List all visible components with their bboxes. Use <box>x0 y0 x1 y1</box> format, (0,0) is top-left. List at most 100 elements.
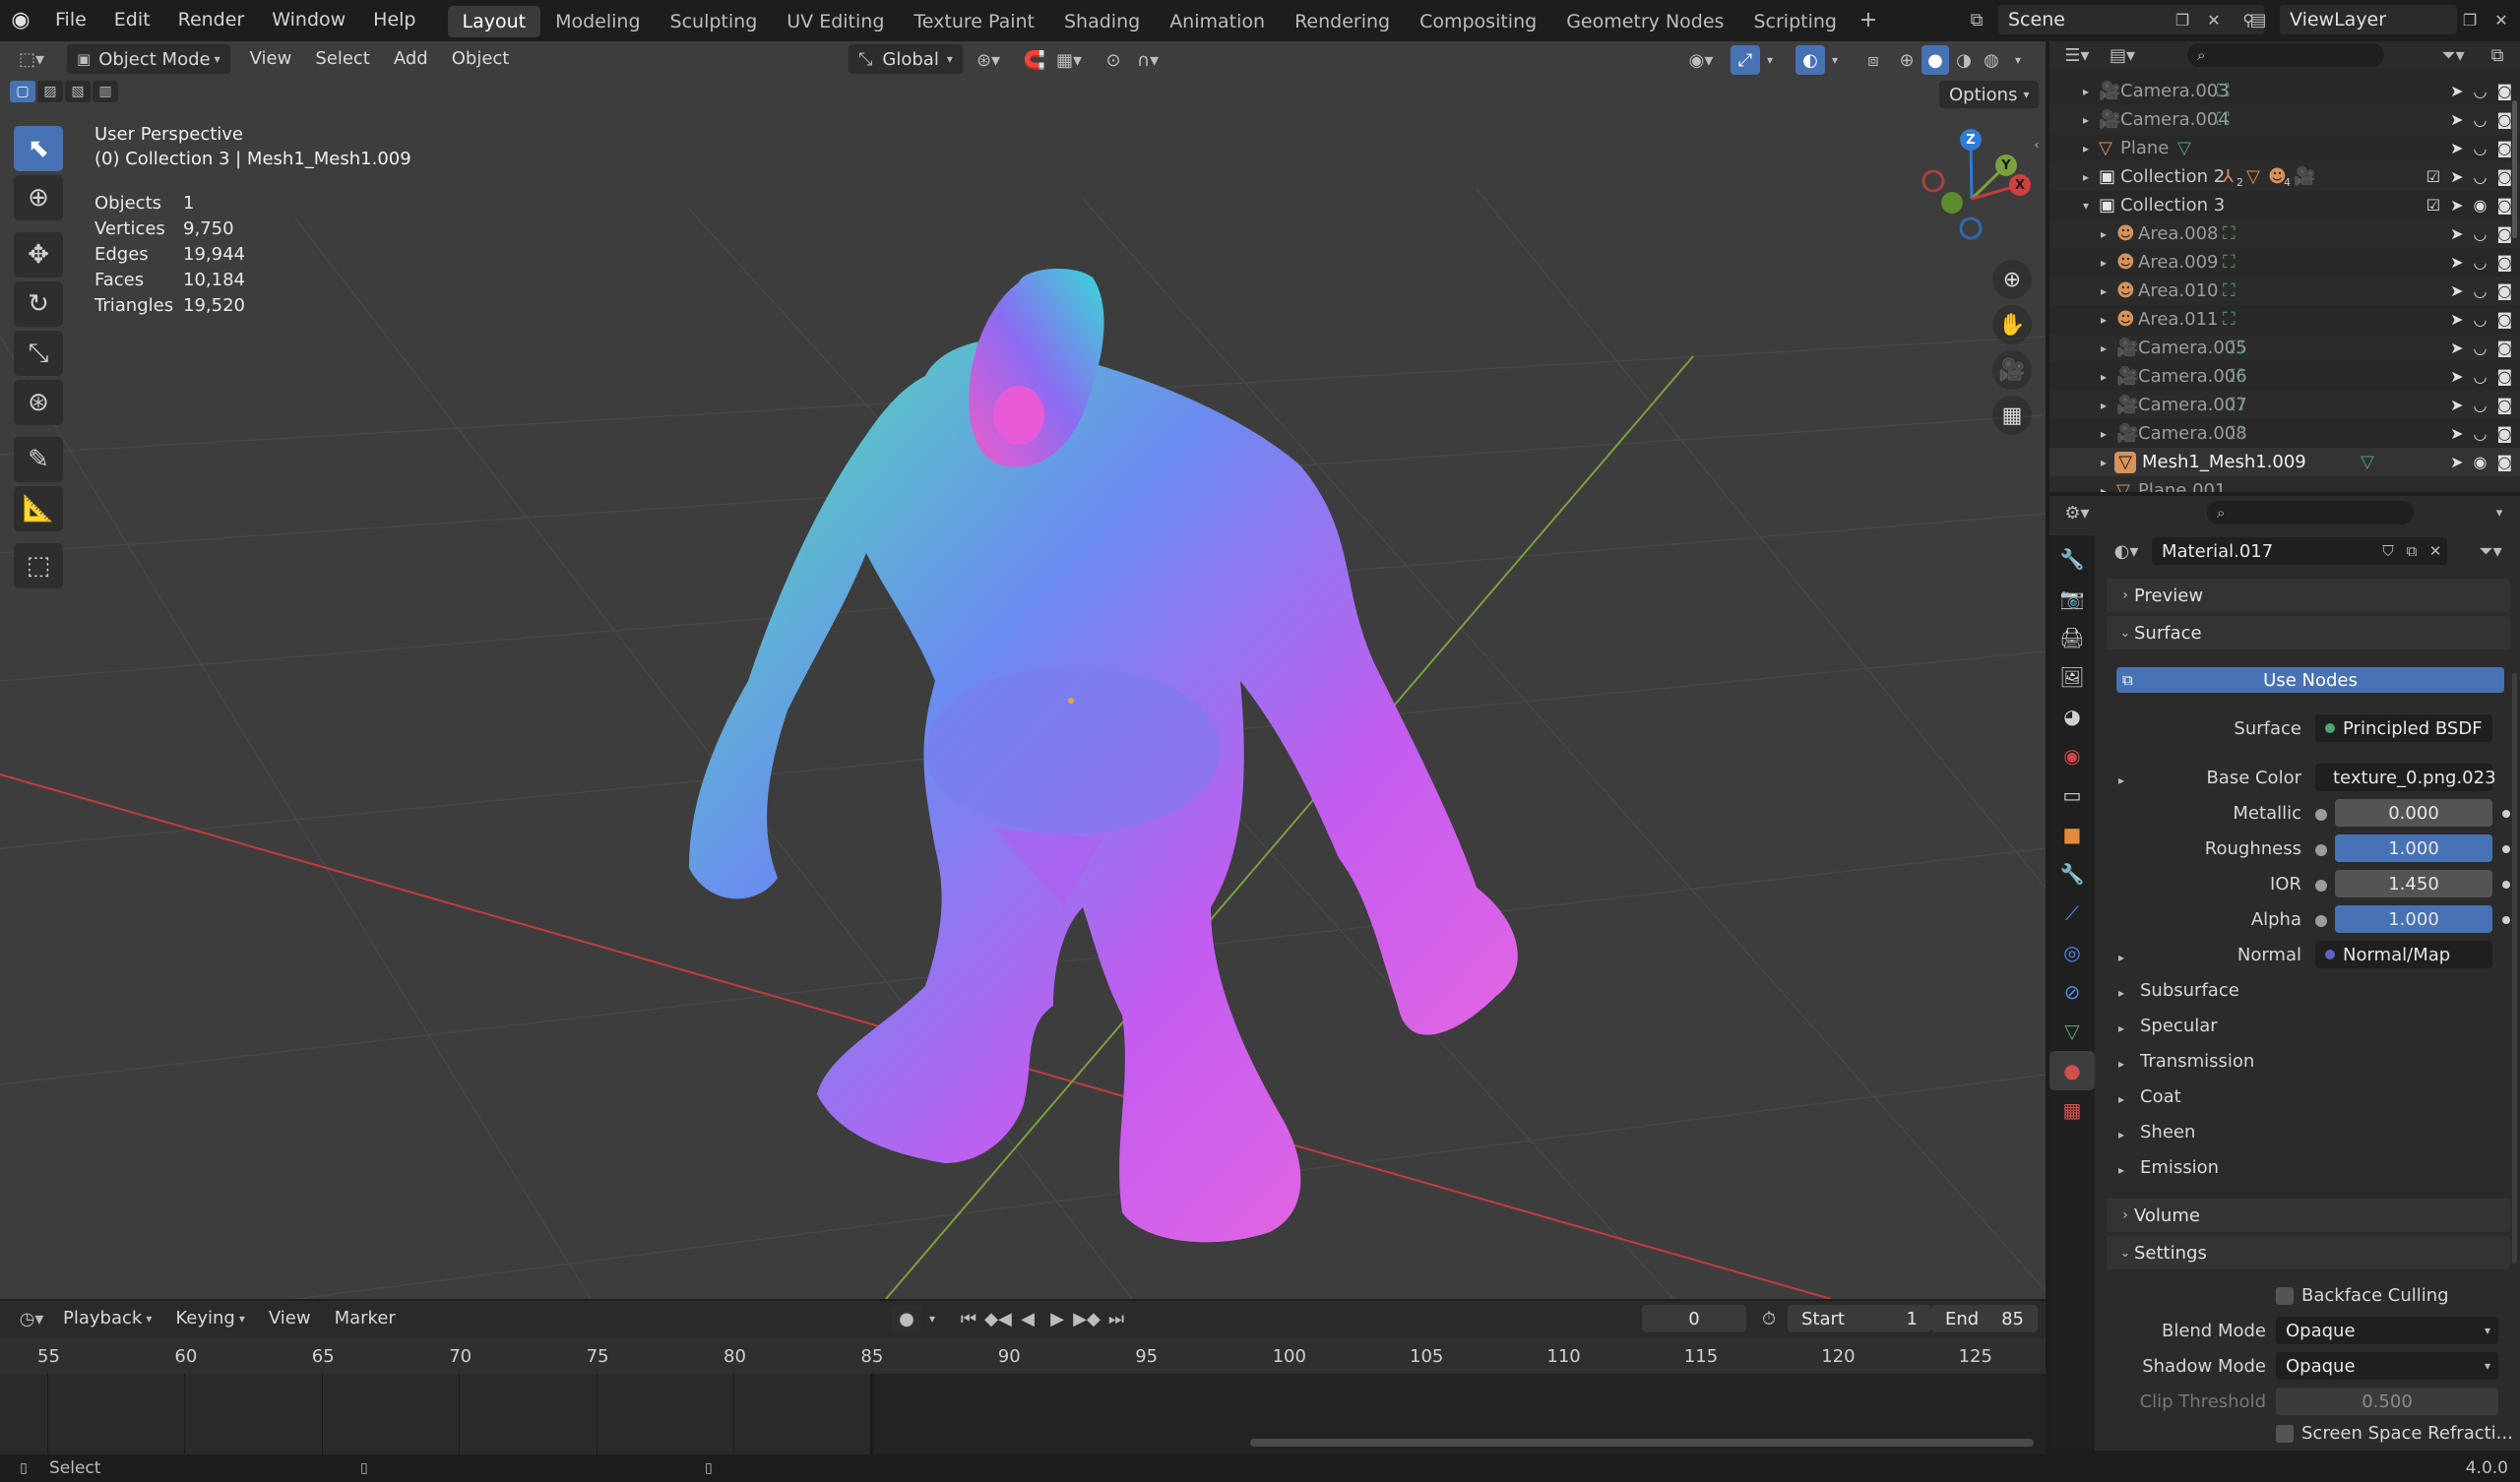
outliner-row[interactable]: ▸ 🎥 Camera.007 ⛶ ➤ ◡ ◙ <box>2049 391 2520 419</box>
editor-type-icon[interactable]: ⬚▾ <box>8 44 55 74</box>
scene-icon[interactable]: ⧉ <box>1957 4 1996 35</box>
hidden-eye-icon[interactable]: ◡ <box>2474 281 2488 300</box>
outliner-row-active[interactable]: ▸ ▽ Mesh1_Mesh1.009 ▽ ➤ ◉ ◙ <box>2049 448 2520 476</box>
tab-layout[interactable]: Layout <box>447 6 541 37</box>
measure-tool-icon[interactable]: 📐 <box>14 486 63 531</box>
unlink-material-icon[interactable]: ✕ <box>2424 542 2447 560</box>
ior-socket-icon[interactable] <box>2315 880 2327 892</box>
subsection-emission[interactable]: Emission <box>2140 1157 2219 1178</box>
rendered-shading-icon[interactable]: ◍ <box>1979 47 2004 73</box>
render-camera-icon[interactable]: ◙ <box>2496 453 2512 471</box>
tab-geometry-nodes[interactable]: Geometry Nodes <box>1551 6 1738 37</box>
solid-shading-icon[interactable]: ● <box>1922 45 1949 75</box>
render-camera-icon[interactable]: ◙ <box>2496 339 2512 357</box>
pivot-icon[interactable]: ⊛▾ <box>971 47 1006 73</box>
particles-tab-icon[interactable]: ⟋ <box>2049 894 2095 933</box>
delete-scene-icon[interactable]: ✕ <box>2201 6 2227 33</box>
outliner-row[interactable]: ▸ 🎥 Camera.004 ⛶ ➤ ◡ ◙ <box>2049 105 2520 134</box>
tab-scripting[interactable]: Scripting <box>1738 6 1852 37</box>
annotate-tool-icon[interactable]: ✎ <box>14 437 63 482</box>
mode-selector[interactable]: ▣ Object Mode ▾ <box>67 44 230 74</box>
select-subtract-icon[interactable]: ▧ <box>65 81 91 102</box>
selectable-icon[interactable]: ➤ <box>2450 367 2463 386</box>
expand-arrow-icon[interactable]: ▸ <box>2118 1021 2124 1035</box>
menu-select[interactable]: Select <box>303 44 382 74</box>
scale-tool-icon[interactable]: ⤡ <box>14 331 63 376</box>
tab-uv-editing[interactable]: UV Editing <box>772 6 899 37</box>
panel-volume[interactable]: › Volume <box>2107 1199 2510 1232</box>
output-tab-icon[interactable]: 🖨 <box>2049 618 2095 657</box>
constraints-tab-icon[interactable]: ⊘ <box>2049 972 2095 1012</box>
material-tab-icon[interactable]: ● <box>2049 1051 2095 1090</box>
outliner-search-input[interactable]: ⌕ <box>2187 43 2384 67</box>
falloff-icon[interactable]: ∩▾ <box>1130 47 1166 73</box>
expand-arrow-icon[interactable]: ▸ <box>2118 986 2124 1000</box>
blend-mode-select[interactable]: Opaque ▾ <box>2276 1317 2498 1344</box>
rotate-tool-icon[interactable]: ↻ <box>14 281 63 327</box>
metallic-slider[interactable]: 0.000 <box>2335 799 2492 827</box>
menu-file[interactable]: File <box>41 0 100 39</box>
camera-view-icon[interactable]: 🎥 <box>1992 350 2032 390</box>
selectable-icon[interactable]: ➤ <box>2450 396 2463 414</box>
selectable-icon[interactable]: ➤ <box>2450 167 2463 186</box>
selectable-icon[interactable]: ➤ <box>2450 224 2463 243</box>
fake-user-icon[interactable]: ⛉ <box>2376 542 2400 560</box>
panel-surface[interactable]: ⌄ Surface <box>2107 616 2510 649</box>
add-cube-tool-icon[interactable]: ⬚ <box>14 543 63 588</box>
render-camera-icon[interactable]: ◙ <box>2496 253 2512 272</box>
outliner-row[interactable]: ▸ ☻ Area.008 ⛶ ➤ ◡ ◙ <box>2049 219 2520 248</box>
hidden-eye-icon[interactable]: ◡ <box>2474 224 2488 243</box>
properties-scrollbar[interactable] <box>2512 673 2517 1264</box>
select-box-tool-icon[interactable]: ⬉ <box>14 126 63 171</box>
expand-arrow-icon[interactable]: ▸ <box>2118 1057 2124 1071</box>
selectable-icon[interactable]: ➤ <box>2450 196 2463 215</box>
checkbox-icon[interactable]: ☑ <box>2426 196 2440 215</box>
outliner-row[interactable]: ▸ ▽ Plane.001 <box>2049 476 2520 492</box>
tab-compositing[interactable]: Compositing <box>1405 6 1551 37</box>
snap-target-icon[interactable]: ▦▾ <box>1051 47 1087 73</box>
expand-arrow-icon[interactable]: ▸ <box>2101 256 2107 270</box>
new-collection-icon[interactable]: ⧉ <box>2483 43 2512 67</box>
subsection-sheen[interactable]: Sheen <box>2140 1122 2195 1142</box>
expand-arrow-icon[interactable]: ▸ <box>2101 399 2107 412</box>
scene-tab-icon[interactable]: ◕ <box>2049 697 2095 736</box>
tab-animation[interactable]: Animation <box>1155 6 1280 37</box>
new-scene-icon[interactable]: ❐ <box>2170 6 2195 33</box>
menu-add[interactable]: Add <box>382 44 440 74</box>
transform-tool-icon[interactable]: ⊛ <box>14 380 63 425</box>
gizmo-menu-icon[interactable]: ▾ <box>1762 47 1778 73</box>
expand-arrow-icon[interactable]: ▸ <box>2101 227 2107 241</box>
hidden-eye-icon[interactable]: ◡ <box>2474 253 2488 272</box>
expand-arrow-icon[interactable]: ▸ <box>2118 773 2124 787</box>
shading-menu-icon[interactable]: ▾ <box>2008 47 2028 73</box>
gizmo-y-icon[interactable]: Y <box>1995 154 2017 176</box>
expand-arrow-icon[interactable]: ▸ <box>2101 313 2107 327</box>
subsection-coat[interactable]: Coat <box>2140 1086 2181 1107</box>
normal-field[interactable]: Normal/Map <box>2315 941 2492 968</box>
roughness-slider[interactable]: 1.000 <box>2335 834 2492 862</box>
use-nodes-button[interactable]: ⧉ Use Nodes <box>2116 667 2504 693</box>
view-layer-selector[interactable]: ViewLayer <box>2280 5 2457 34</box>
outliner-scrollbar[interactable] <box>2512 100 2517 238</box>
outliner-row[interactable]: ▸ ☻ Area.010 ⛶ ➤ ◡ ◙ <box>2049 277 2520 305</box>
move-tool-icon[interactable]: ✥ <box>14 232 63 278</box>
hidden-eye-icon[interactable]: ◡ <box>2474 82 2488 100</box>
panel-preview[interactable]: › Preview <box>2107 579 2510 612</box>
add-workspace-icon[interactable]: + <box>1852 8 1885 32</box>
outliner-row[interactable]: ▸ 🎥 Camera.008 ⛶ ➤ ◡ ◙ <box>2049 419 2520 448</box>
render-camera-icon[interactable]: ◙ <box>2496 110 2512 129</box>
delete-view-layer-icon[interactable]: ✕ <box>2488 6 2514 33</box>
render-camera-icon[interactable]: ◙ <box>2496 310 2512 329</box>
expand-arrow-icon[interactable]: ▸ <box>2083 113 2089 127</box>
overlay-toggle-icon[interactable]: ◐ <box>1796 45 1825 75</box>
zoom-icon[interactable]: ⊕ <box>1992 260 2032 299</box>
select-intersect-icon[interactable]: ▥ <box>93 81 118 102</box>
render-camera-icon[interactable]: ◙ <box>2496 367 2512 386</box>
hidden-eye-icon[interactable]: ◡ <box>2474 339 2488 357</box>
data-tab-icon[interactable]: ▽ <box>2049 1012 2095 1051</box>
tab-modeling[interactable]: Modeling <box>540 6 655 37</box>
world-tab-icon[interactable]: ◉ <box>2049 736 2095 775</box>
snap-icon[interactable]: 🧲 <box>1020 47 1049 73</box>
outliner-row[interactable]: ▸ ☻ Area.009 ⛶ ➤ ◡ ◙ <box>2049 248 2520 277</box>
selectable-icon[interactable]: ➤ <box>2450 424 2463 443</box>
